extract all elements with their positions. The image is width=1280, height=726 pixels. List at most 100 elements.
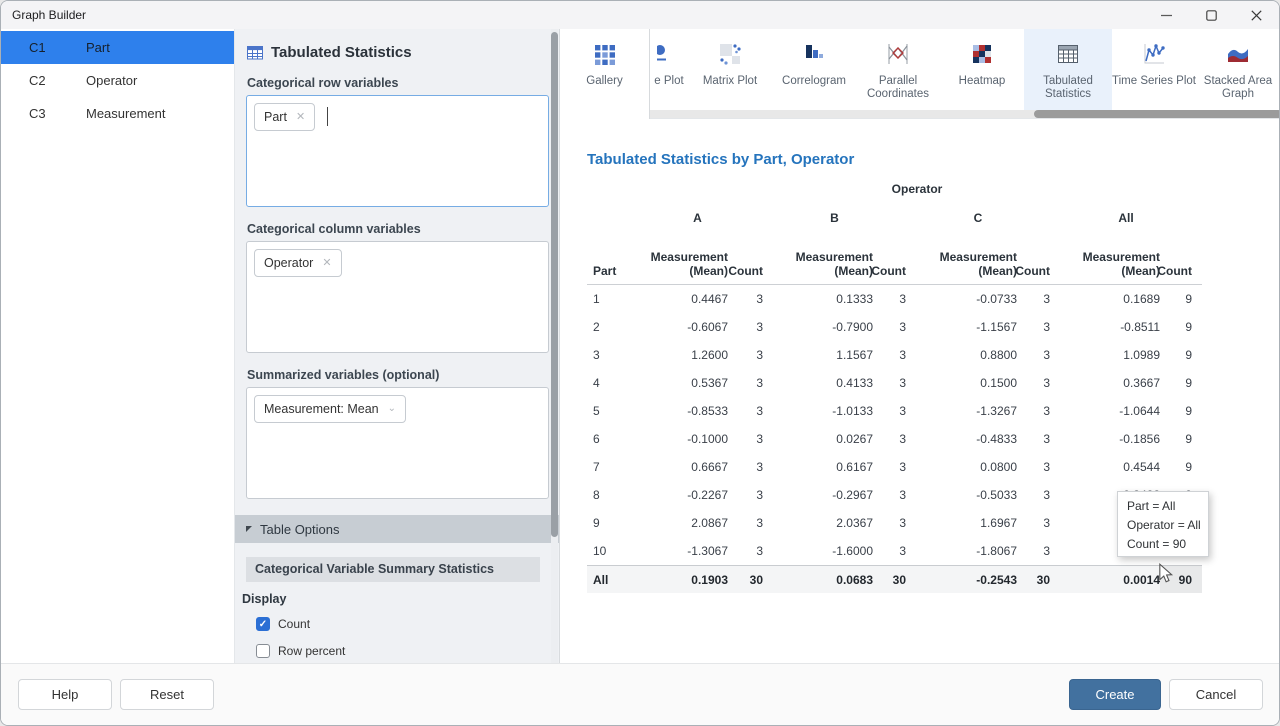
column-header-b: B (763, 203, 906, 237)
sidebar-item-operator[interactable]: C2 Operator (1, 64, 234, 97)
close-button[interactable] (1234, 1, 1279, 29)
table-cell: 0.0800 (906, 453, 1017, 481)
table-cell: 3 (1017, 453, 1050, 481)
gallery-item-time-series-plot[interactable]: Time Series Plot (1112, 29, 1196, 119)
table-cell-all-row: 30 (1017, 565, 1050, 593)
table-cell: 8 (587, 481, 632, 509)
table-cell: 3 (728, 453, 763, 481)
subheader-count-b: Count (873, 237, 906, 285)
gallery-item-parallel-coordinates[interactable]: Parallel Coordinates (856, 29, 940, 119)
maximize-button[interactable] (1189, 1, 1234, 29)
table-cell: 0.4544 (1050, 453, 1160, 481)
settings-panel: Tabulated Statistics Categorical row var… (234, 29, 559, 663)
gallery-item-bubble-plot[interactable]: e Plot (650, 29, 688, 119)
table-cell-all-row: 30 (728, 565, 763, 593)
summarized-variables-field[interactable]: Measurement: Mean ⌄ (246, 387, 549, 499)
column-id: C3 (29, 106, 86, 121)
minimize-button[interactable] (1144, 1, 1189, 29)
gallery-item-label: Parallel Coordinates (856, 75, 940, 101)
table-cell: 3 (1017, 313, 1050, 341)
table-cell: 0.1689 (1050, 285, 1160, 313)
gallery-item-label: Time Series Plot (1112, 75, 1196, 88)
table-cell: 9 (1160, 369, 1202, 397)
window-title: Graph Builder (12, 1, 86, 29)
table-cell: 3 (1017, 397, 1050, 425)
bubble-plot-icon (657, 42, 681, 66)
table-cell-all-row: -0.2543 (906, 565, 1017, 593)
column-variables-field[interactable]: Operator ✕ (246, 241, 549, 353)
cursor-arrow-icon (1158, 563, 1174, 584)
table-cell: 5 (587, 397, 632, 425)
table-cell: -0.8511 (1050, 313, 1160, 341)
spacer (587, 179, 632, 203)
gallery-item-tabulated-statistics[interactable]: Tabulated Statistics (1024, 29, 1112, 111)
cancel-button[interactable]: Cancel (1169, 679, 1263, 710)
table-cell: 0.4133 (763, 369, 873, 397)
table-options-expander[interactable]: Table Options (235, 515, 559, 543)
subheader-mean-all: Measurement(Mean) (1050, 237, 1160, 285)
remove-chip-icon[interactable]: ✕ (322, 258, 331, 269)
remove-chip-icon[interactable]: ✕ (296, 112, 305, 123)
gallery-scrollbar-thumb[interactable] (1034, 110, 1280, 118)
group-header-operator: Operator (632, 179, 1202, 203)
table-cell: -1.3267 (906, 397, 1017, 425)
table-cell: 0.8800 (906, 341, 1017, 369)
table-cell: 3 (1017, 509, 1050, 537)
graph-gallery: Gallery e Plot (560, 29, 1280, 119)
table-cell: 3 (728, 481, 763, 509)
time-series-plot-icon (1142, 42, 1166, 66)
subheader-mean-c: Measurement(Mean) (906, 237, 1017, 285)
chevron-down-icon[interactable]: ⌄ (388, 404, 396, 414)
table-cell: -0.2267 (632, 481, 728, 509)
table-cell: 3 (1017, 481, 1050, 509)
table-cell: -1.0644 (1050, 397, 1160, 425)
column-name: Part (86, 40, 110, 55)
panel-scrollbar-thumb[interactable] (551, 32, 558, 537)
table-cell: 0.5367 (632, 369, 728, 397)
text-caret (327, 107, 328, 126)
sidebar-item-part[interactable]: C1 Part (1, 31, 234, 64)
row-variables-field[interactable]: Part ✕ (246, 95, 549, 207)
table-cell: 3 (873, 369, 906, 397)
table-cell: 9 (1160, 425, 1202, 453)
gallery-tab[interactable]: Gallery (560, 29, 650, 119)
variable-chip-operator[interactable]: Operator ✕ (254, 249, 342, 277)
gallery-item-label: Correlogram (782, 75, 846, 88)
gallery-item-heatmap[interactable]: Heatmap (940, 29, 1024, 119)
display-label: Display (242, 592, 559, 606)
variable-chip-measurement-mean[interactable]: Measurement: Mean ⌄ (254, 395, 406, 423)
table-cell: -1.6000 (763, 537, 873, 565)
sidebar-item-measurement[interactable]: C3 Measurement (1, 97, 234, 130)
table-cell-all-row: 0.0683 (763, 565, 873, 593)
count-checkbox[interactable]: ✓ (256, 617, 270, 631)
graph-builder-window: Graph Builder C1 Part C2 Operator C3 Mea… (0, 0, 1280, 726)
reset-button[interactable]: Reset (120, 679, 214, 710)
gallery-item-correlogram[interactable]: Correlogram (772, 29, 856, 119)
table-cell: -1.3067 (632, 537, 728, 565)
table-cell: 2 (587, 313, 632, 341)
checkbox-row-row-percent[interactable]: Row percent (256, 637, 559, 663)
checkbox-row-count[interactable]: ✓ Count (256, 610, 559, 637)
row-percent-checkbox[interactable] (256, 644, 270, 658)
matrix-plot-icon (718, 42, 742, 66)
column-id: C2 (29, 73, 86, 88)
table-cell: 3 (873, 313, 906, 341)
table-cell: 3 (873, 481, 906, 509)
gallery-item-label: Tabulated Statistics (1024, 75, 1112, 101)
gallery-item-stacked-area-graph[interactable]: Stacked Area Graph (1196, 29, 1280, 119)
subheader-count-a: Count (728, 237, 763, 285)
column-header-a: A (632, 203, 763, 237)
help-button[interactable]: Help (18, 679, 112, 710)
table-cell: 0.3667 (1050, 369, 1160, 397)
table-cell: 2.0367 (763, 509, 873, 537)
create-button[interactable]: Create (1069, 679, 1161, 710)
table-cell: -0.1856 (1050, 425, 1160, 453)
gallery-item-matrix-plot[interactable]: Matrix Plot (688, 29, 772, 119)
variable-chip-part[interactable]: Part ✕ (254, 103, 315, 131)
table-cell: 1.2600 (632, 341, 728, 369)
table-cell: 3 (873, 425, 906, 453)
table-cell: 3 (873, 341, 906, 369)
column-header-c: C (906, 203, 1050, 237)
minimize-icon (1161, 10, 1172, 21)
titlebar: Graph Builder (1, 1, 1279, 29)
